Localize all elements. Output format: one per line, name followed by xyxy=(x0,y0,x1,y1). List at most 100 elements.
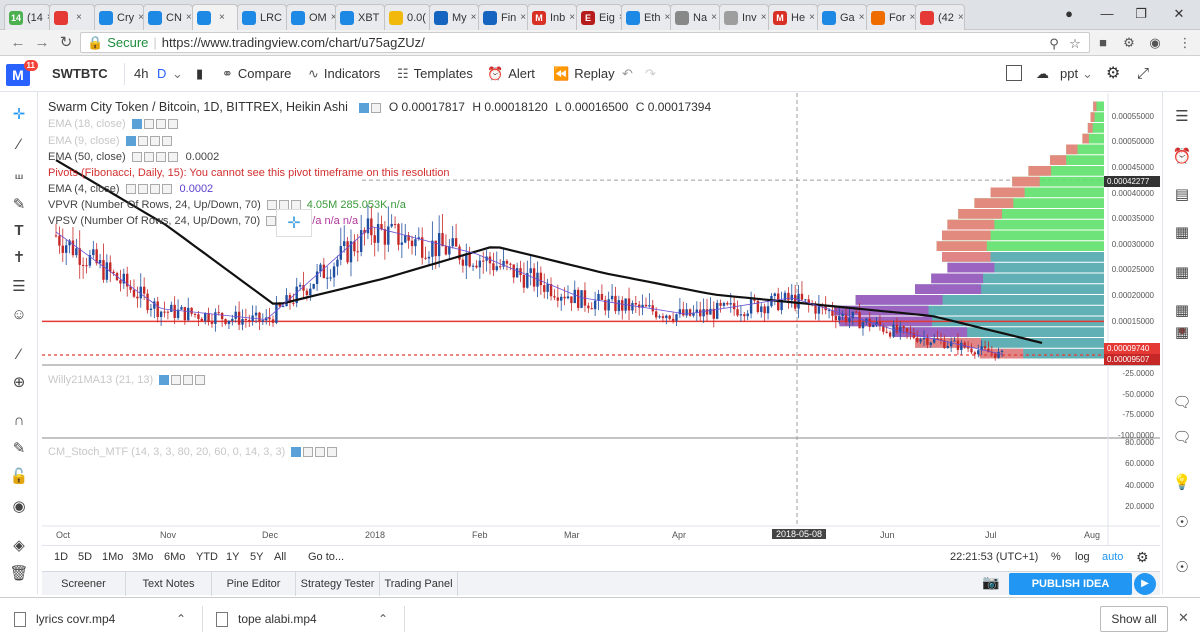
extension-icon[interactable]: ■ xyxy=(1094,34,1112,52)
browser-tab[interactable]: Cry × xyxy=(94,4,144,30)
user-profile-icon[interactable]: ● xyxy=(1052,0,1086,30)
tab-close-icon[interactable]: × xyxy=(761,12,767,23)
text-tool-icon[interactable]: T xyxy=(8,220,30,242)
ideas-icon[interactable]: ▦ xyxy=(1171,322,1193,344)
alert-button[interactable]: ⏰ Alert xyxy=(487,57,535,91)
goto-button[interactable]: Go to... xyxy=(308,546,344,568)
tab-close-icon[interactable]: × xyxy=(471,12,477,23)
download-item-1[interactable]: lyrics covr.mp4 xyxy=(14,606,115,632)
forward-icon[interactable]: → xyxy=(32,33,52,53)
zoom-icon[interactable]: ⚲ xyxy=(1045,35,1063,53)
prediction-tool-icon[interactable]: ☰ xyxy=(8,276,30,298)
url-input[interactable]: 🔒 Secure | https://www.tradingview.com/char… xyxy=(80,32,1090,53)
streams-icon[interactable]: ☉ xyxy=(1171,512,1193,534)
symbol-search[interactable]: SWTBTC xyxy=(52,57,108,91)
tab-strategy-tester[interactable]: Strategy Tester xyxy=(296,572,380,596)
browser-tab[interactable]: For × xyxy=(866,4,916,30)
browser-tab[interactable]: M Inb × xyxy=(527,4,577,30)
clock-readout[interactable]: 22:21:53 (UTC+1) xyxy=(950,546,1038,568)
eye-icon[interactable] xyxy=(359,102,370,113)
indicators-button[interactable]: ∿ Indicators xyxy=(308,57,380,91)
compare-button[interactable]: ⚭ Compare xyxy=(222,57,291,91)
browser-tab[interactable]: M He × xyxy=(768,4,818,30)
layout-name[interactable]: ppt xyxy=(1060,57,1078,91)
lock-drawings-icon[interactable]: 🔓 xyxy=(8,466,30,488)
hide-drawings-icon[interactable]: ◉ xyxy=(8,496,30,518)
redo-icon[interactable]: ↷ xyxy=(645,57,656,91)
range-1d[interactable]: 1D xyxy=(54,546,68,568)
tab-close-icon[interactable]: × xyxy=(569,12,575,23)
publish-idea-button[interactable]: PUBLISH IDEA xyxy=(1009,573,1132,595)
chart-type-icon[interactable]: ▮ xyxy=(196,57,203,91)
fib-tool-icon[interactable]: ⧢ xyxy=(8,164,30,186)
chart-area[interactable]: Swarm City Token / Bitcoin, 1D, BITTREX,… xyxy=(42,93,1160,545)
object-tree-icon[interactable]: ◈ xyxy=(8,535,30,557)
range-5y[interactable]: 5Y xyxy=(250,546,263,568)
browser-tab[interactable]: (42 × xyxy=(915,4,965,30)
show-all-downloads-button[interactable]: Show all xyxy=(1100,606,1168,632)
broadcast-icon[interactable]: ☉ xyxy=(1171,557,1193,579)
range-5d[interactable]: 5D xyxy=(78,546,92,568)
settings-mini-icon[interactable] xyxy=(371,102,382,113)
range-ytd[interactable]: YTD xyxy=(196,546,218,568)
zoom-in-icon[interactable]: ⊕ xyxy=(8,372,30,394)
legend-ema4[interactable]: EMA (4, close) 0.0002 xyxy=(48,183,213,195)
templates-button[interactable]: ☷ Templates xyxy=(397,57,473,91)
cloud-save-icon[interactable]: ☁ xyxy=(1036,57,1049,91)
tab-text-notes[interactable]: Text Notes xyxy=(126,572,212,596)
tab-pine-editor[interactable]: Pine Editor xyxy=(212,572,296,596)
fullscreen-toggle-icon[interactable] xyxy=(1006,65,1022,81)
legend-vpvr[interactable]: VPVR (Number Of Rows, 24, Up/Down, 70) 4.… xyxy=(48,199,406,211)
close-downloads-icon[interactable]: ✕ xyxy=(1178,610,1189,626)
extension-icon-2[interactable]: ⚙ xyxy=(1120,34,1138,52)
scale-settings-gear-icon[interactable]: ⚙ xyxy=(1136,546,1149,568)
bookmark-star-icon[interactable]: ☆ xyxy=(1066,35,1084,53)
minimize-icon[interactable]: — xyxy=(1090,0,1124,30)
auto-toggle[interactable]: auto xyxy=(1102,546,1123,568)
download-item-1-menu-icon[interactable]: ⌃ xyxy=(176,606,186,632)
lightbulb-icon[interactable]: 💡 xyxy=(1171,472,1193,494)
data-window-icon[interactable]: ▤ xyxy=(1171,184,1193,206)
ruler-icon[interactable]: ∕ xyxy=(8,344,30,366)
tab-close-icon[interactable]: × xyxy=(76,12,82,23)
menu-icon[interactable]: ⋮ xyxy=(1176,34,1194,52)
chat-icon[interactable]: 🗨 xyxy=(1171,392,1193,414)
reload-icon[interactable]: ↻ xyxy=(56,33,76,53)
tab-close-icon[interactable]: × xyxy=(520,12,526,23)
calendar-icon[interactable]: ▦ xyxy=(1171,222,1193,244)
stay-drawing-icon[interactable]: ✎ xyxy=(8,438,30,460)
tab-close-icon[interactable]: × xyxy=(859,12,865,23)
browser-tab[interactable]: 0.0(× xyxy=(384,4,430,30)
hotlist-icon[interactable]: ▦ xyxy=(1171,262,1193,284)
replay-button[interactable]: ⏪ Replay xyxy=(553,57,615,91)
watchlist-icon[interactable]: ☰ xyxy=(1171,106,1193,128)
browser-tab[interactable]: LRC× xyxy=(237,4,287,30)
trash-icon[interactable]: 🗑 xyxy=(8,563,30,585)
emoji-icon[interactable]: ☺ xyxy=(8,304,30,326)
range-1mo[interactable]: 1Mo xyxy=(102,546,123,568)
browser-tab[interactable]: My × xyxy=(429,4,479,30)
brush-icon[interactable]: ✎ xyxy=(8,194,30,216)
range-3mo[interactable]: 3Mo xyxy=(132,546,153,568)
calendar-icon-2[interactable]: ▦ xyxy=(1171,300,1193,322)
legend-pivots[interactable]: Pivots (Fibonacci, Daily, 15): You canno… xyxy=(48,167,450,179)
crosshair-icon[interactable]: ✛ xyxy=(8,104,30,126)
browser-tab[interactable]: Eth × xyxy=(621,4,671,30)
tab-close-icon[interactable]: × xyxy=(711,12,717,23)
expand-icon[interactable]: ⤢ xyxy=(1137,57,1149,91)
layout-dropdown-icon[interactable]: ⌄ xyxy=(1082,57,1093,91)
browser-tab[interactable]: OM × xyxy=(286,4,336,30)
legend-ema50[interactable]: EMA (50, close) 0.0002 xyxy=(48,151,219,163)
settings-gear-icon[interactable]: ⚙ xyxy=(1106,57,1120,91)
snapshot-camera-icon[interactable]: 📷 xyxy=(982,574,999,591)
chat-icon-2[interactable]: 🗨 xyxy=(1171,427,1193,449)
undo-icon[interactable]: ↶ xyxy=(622,57,633,91)
browser-tab[interactable]: Ga × xyxy=(817,4,867,30)
tab-screener[interactable]: Screener xyxy=(42,572,126,596)
range-1y[interactable]: 1Y xyxy=(226,546,239,568)
browser-tab[interactable]: Inv × xyxy=(719,4,769,30)
user-avatar[interactable]: M 11 xyxy=(6,60,38,86)
browser-tab[interactable]: CN × xyxy=(143,4,193,30)
alerts-clock-icon[interactable]: ⏰ xyxy=(1171,146,1193,168)
legend-williams[interactable]: Willy21MA13 (21, 13) xyxy=(48,374,206,386)
